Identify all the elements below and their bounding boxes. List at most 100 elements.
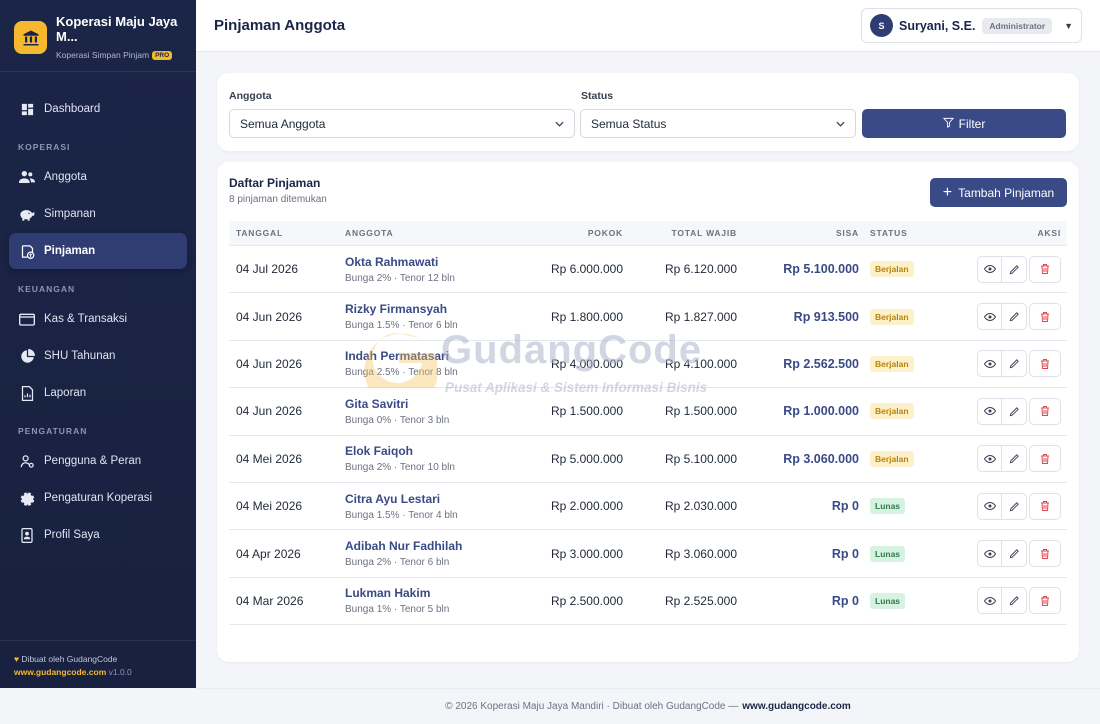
member-name-link[interactable]: Okta Rahmawati <box>345 255 438 269</box>
footer-url-link[interactable]: www.gudangcode.com <box>14 667 106 677</box>
loan-terms: Bunga 0% · Tenor 3 bln <box>345 414 450 426</box>
funnel-icon <box>942 117 954 131</box>
anggota-select[interactable]: Semua Anggota <box>229 109 575 138</box>
row-actions <box>977 530 1061 576</box>
sidebar-item-profil[interactable]: Profil Saya <box>9 517 187 553</box>
member-name-link[interactable]: Elok Faiqoh <box>345 444 413 458</box>
delete-button[interactable] <box>1029 445 1061 473</box>
edit-button[interactable] <box>1002 492 1027 520</box>
sisa-value: Rp 0 <box>831 546 859 561</box>
edit-button[interactable] <box>1002 445 1027 473</box>
delete-button[interactable] <box>1029 397 1061 425</box>
row-sisa: Rp 5.100.000 <box>783 246 859 292</box>
footer-text: © 2026 Koperasi Maju Jaya Mandiri · Dibu… <box>445 701 739 712</box>
view-button[interactable] <box>977 492 1002 520</box>
row-actions <box>977 246 1061 292</box>
row-member: Rizky Firmansyah Bunga 1.5% · Tenor 6 bln <box>345 293 458 339</box>
user-menu[interactable]: S Suryani, S.E. Administrator ▼ <box>861 8 1082 43</box>
sidebar-item-label: Profil Saya <box>44 529 100 541</box>
anggota-select-value: Semua Anggota <box>240 116 326 131</box>
row-status: Lunas <box>870 483 906 529</box>
filter-button[interactable]: Filter <box>862 109 1066 138</box>
view-button[interactable] <box>977 587 1002 615</box>
sidebar-item-dashboard[interactable]: Dashboard <box>9 91 187 127</box>
view-button[interactable] <box>977 397 1002 425</box>
row-status: Lunas <box>870 530 906 576</box>
row-date: 04 Mar 2026 <box>236 593 304 608</box>
footer-credit: ♥ Dibuat oleh GudangCode <box>14 653 182 666</box>
edit-button[interactable] <box>1002 587 1027 615</box>
edit-button[interactable] <box>1002 255 1027 283</box>
delete-button[interactable] <box>1029 350 1061 378</box>
status-badge: Berjalan <box>870 355 914 372</box>
row-actions <box>977 388 1061 434</box>
anggota-filter-label: Anggota <box>229 90 272 102</box>
edit-button[interactable] <box>1002 397 1027 425</box>
member-name-link[interactable]: Gita Savitri <box>345 397 408 411</box>
trash-icon <box>1039 500 1051 512</box>
row-member: Okta Rahmawati Bunga 2% · Tenor 12 bln <box>345 246 455 292</box>
delete-button[interactable] <box>1029 255 1061 283</box>
eye-icon <box>983 500 996 512</box>
delete-button[interactable] <box>1029 540 1061 568</box>
edit-button[interactable] <box>1002 350 1027 378</box>
row-member: Indah Permatasari Bunga 2.5% · Tenor 8 bl… <box>345 341 458 387</box>
status-badge: Berjalan <box>870 403 914 420</box>
trash-icon <box>1039 358 1051 370</box>
pencil-icon <box>1009 311 1020 322</box>
delete-button[interactable] <box>1029 303 1061 331</box>
eye-icon <box>983 405 996 417</box>
member-name-link[interactable]: Adibah Nur Fadhilah <box>345 539 462 553</box>
chevron-down-icon <box>836 119 845 128</box>
view-button[interactable] <box>977 303 1002 331</box>
delete-button[interactable] <box>1029 492 1061 520</box>
sidebar-item-shu[interactable]: SHU Tahunan <box>9 338 187 374</box>
view-button[interactable] <box>977 540 1002 568</box>
view-button[interactable] <box>977 445 1002 473</box>
member-name-link[interactable]: Indah Permatasari <box>345 349 449 363</box>
sidebar-item-pengaturan[interactable]: Pengaturan Koperasi <box>9 480 187 516</box>
eye-icon <box>983 358 996 370</box>
sidebar-item-pinjaman[interactable]: Pinjaman <box>9 233 187 269</box>
sidebar-item-anggota[interactable]: Anggota <box>9 159 187 195</box>
trash-icon <box>1039 311 1051 323</box>
col-tanggal: TANGGAL <box>236 228 283 238</box>
view-button[interactable] <box>977 350 1002 378</box>
status-badge: Lunas <box>870 545 906 562</box>
eye-icon <box>983 595 996 607</box>
list-title: Daftar Pinjaman <box>229 176 321 190</box>
status-badge: Berjalan <box>870 308 914 325</box>
row-status: Berjalan <box>870 388 914 434</box>
add-loan-button[interactable]: + Tambah Pinjaman <box>930 178 1067 207</box>
row-actions <box>977 578 1061 624</box>
edit-button[interactable] <box>1002 540 1027 568</box>
edit-button[interactable] <box>1002 303 1027 331</box>
loan-terms: Bunga 2% · Tenor 6 bln <box>345 557 450 569</box>
sidebar-item-label: Laporan <box>44 387 87 399</box>
status-badge: Berjalan <box>870 450 914 467</box>
member-name-link[interactable]: Citra Ayu Lestari <box>345 492 440 506</box>
view-button[interactable] <box>977 255 1002 283</box>
member-name-link[interactable]: Rizky Firmansyah <box>345 302 447 316</box>
sidebar-item-pengguna[interactable]: Pengguna & Peran <box>9 443 187 479</box>
row-pokok: Rp 2.000.000 <box>550 499 623 514</box>
row-total-wajib: Rp 2.525.000 <box>664 593 737 608</box>
nav-section-pengaturan: PENGATURAN <box>18 426 88 436</box>
row-date: 04 Jul 2026 <box>236 262 299 277</box>
sidebar-item-laporan[interactable]: Laporan <box>9 375 187 411</box>
pencil-icon <box>1009 595 1020 606</box>
heart-icon: ♥ <box>14 654 20 664</box>
table-body: 04 Jul 2026 Okta Rahmawati Bunga 2% · Teno… <box>229 246 1067 626</box>
row-pokok: Rp 6.000.000 <box>550 262 623 277</box>
delete-button[interactable] <box>1029 587 1061 615</box>
sidebar-item-simpanan[interactable]: Simpanan <box>9 196 187 232</box>
loan-icon <box>19 243 35 259</box>
member-name-link[interactable]: Lukman Hakim <box>345 586 430 600</box>
footer-link[interactable]: www.gudangcode.com <box>742 701 851 712</box>
row-date: 04 Mei 2026 <box>236 451 303 466</box>
row-total-wajib: Rp 6.120.000 <box>664 262 737 277</box>
sidebar-item-kas[interactable]: Kas & Transaksi <box>9 301 187 337</box>
sisa-value: Rp 2.562.500 <box>783 356 859 371</box>
status-select[interactable]: Semua Status <box>580 109 856 138</box>
filter-card: Anggota Semua Anggota Status Semua Statu… <box>217 73 1079 151</box>
